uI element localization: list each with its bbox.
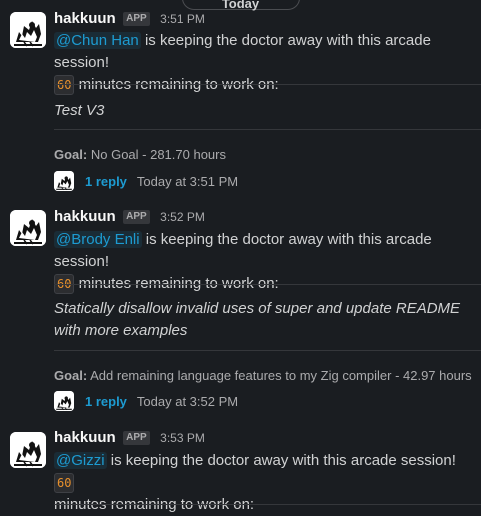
thread-replies[interactable]: 1 reply Today at 3:51 PM [54, 170, 238, 192]
message-text: @Brody Enli is keeping the doctor away w… [54, 229, 475, 295]
app-badge: APP [123, 12, 150, 26]
goal-text: Add remaining language features to my Zi… [87, 368, 472, 383]
user-mention[interactable]: @Chun Han [54, 32, 141, 49]
reply-count-link[interactable]: 1 reply [85, 394, 127, 409]
timestamp[interactable]: 3:52 PM [160, 210, 205, 224]
timestamp[interactable]: 3:51 PM [160, 12, 205, 26]
avatar-doctor-icon[interactable] [10, 432, 46, 468]
message-text: @Gizzi is keeping the doctor away with t… [54, 450, 475, 516]
divider [54, 84, 481, 85]
minutes-code: 60 [54, 75, 75, 95]
message-header: hakkuun APP 3:52 PM [54, 208, 205, 226]
username[interactable]: hakkuun [54, 208, 116, 225]
goal-label: Goal: [54, 368, 88, 383]
message-text-a: is keeping the doctor away with this arc… [106, 452, 456, 469]
user-mention[interactable]: @Gizzi [54, 452, 107, 469]
divider [54, 284, 481, 285]
timestamp[interactable]: 3:53 PM [160, 431, 205, 445]
divider [54, 350, 481, 351]
task-text: Statically disallow invalid uses of supe… [54, 300, 461, 339]
message-header: hakkuun APP 3:53 PM [54, 429, 205, 447]
avatar-doctor-icon[interactable] [10, 12, 46, 48]
reply-count-link[interactable]: 1 reply [85, 174, 127, 189]
reply-time: Today at 3:52 PM [136, 393, 239, 409]
goal-line: Goal: No Goal - 281.70 hours [54, 147, 226, 162]
app-badge: APP [123, 210, 150, 224]
app-badge: APP [123, 431, 150, 445]
reply-avatar-icon [54, 391, 74, 411]
avatar-doctor-icon[interactable] [10, 210, 46, 246]
username[interactable]: hakkuun [54, 10, 116, 27]
reply-time: Today at 3:51 PM [136, 173, 239, 189]
goal-line: Goal: Add remaining language features to… [54, 368, 472, 383]
goal-text: No Goal - 281.70 hours [87, 147, 226, 162]
divider [54, 504, 481, 505]
goal-label: Goal: [54, 147, 88, 162]
username[interactable]: hakkuun [54, 429, 116, 446]
message-text: @Chun Han is keeping the doctor away wit… [54, 30, 475, 96]
task-text: Test V3 [54, 102, 105, 119]
divider [54, 129, 481, 130]
date-divider-pill[interactable]: Today [181, 0, 300, 11]
minutes-code: 60 [54, 473, 75, 493]
message-header: hakkuun APP 3:51 PM [54, 10, 205, 28]
reply-avatar-icon [54, 171, 74, 191]
thread-replies[interactable]: 1 reply Today at 3:52 PM [54, 390, 238, 412]
user-mention[interactable]: @Brody Enli [54, 231, 142, 248]
